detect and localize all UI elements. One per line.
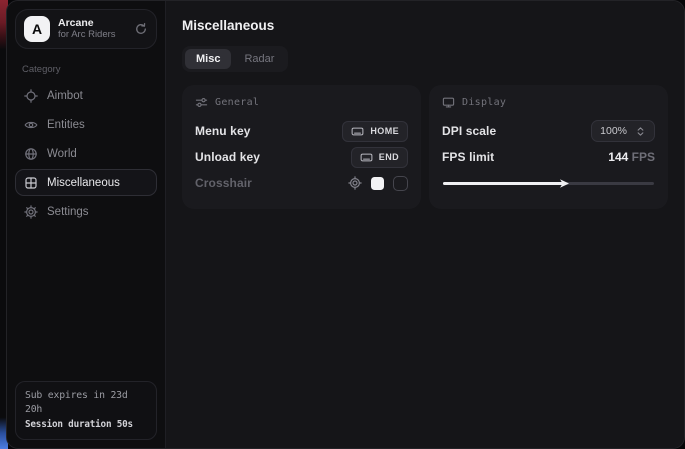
sliders-icon	[195, 96, 208, 109]
fps-limit-label: FPS limit	[442, 150, 494, 164]
display-card: Display DPI scale 100%	[429, 85, 668, 209]
cards-row: General Menu key HOME	[182, 85, 668, 209]
dpi-scale-label: DPI scale	[442, 124, 496, 138]
sidebar-nav: Aimbot Entities	[15, 82, 157, 225]
keyboard-icon	[360, 151, 373, 164]
sidebar-item-label: Entities	[47, 119, 85, 131]
entities-eye-icon	[24, 118, 38, 132]
crosshair-row: Crosshair	[195, 170, 408, 196]
dpi-scale-row: DPI scale 100%	[442, 118, 655, 144]
general-card: General Menu key HOME	[182, 85, 421, 209]
sidebar-item-label: Aimbot	[47, 90, 83, 102]
fps-limit-value: 144	[608, 150, 628, 164]
dpi-scale-select[interactable]: 100%	[591, 120, 655, 142]
refresh-icon[interactable]	[134, 22, 148, 36]
page-title: Miscellaneous	[182, 18, 668, 33]
grid-icon	[24, 176, 38, 190]
fps-slider-thumb[interactable]	[559, 178, 570, 189]
sidebar-item-world[interactable]: World	[15, 140, 157, 167]
fps-limit-slider[interactable]	[442, 176, 655, 190]
keyboard-icon	[351, 125, 364, 138]
app-title: Arcane	[58, 18, 116, 30]
crosshair-icon	[24, 89, 38, 103]
display-card-title: Display	[462, 97, 506, 108]
chevron-up-down-icon	[635, 126, 646, 137]
crosshair-settings-gear-icon[interactable]	[348, 176, 362, 190]
unload-key-label: Unload key	[195, 150, 260, 164]
sub-expiry-text: Sub expires in 23d 20h	[25, 389, 147, 417]
globe-icon	[24, 147, 38, 161]
subscription-status-card: Sub expires in 23d 20h Session duration …	[15, 381, 157, 440]
crosshair-color-swatch[interactable]	[371, 177, 384, 190]
menu-key-label: Menu key	[195, 124, 251, 138]
sidebar-item-aimbot[interactable]: Aimbot	[15, 82, 157, 109]
gear-icon	[24, 205, 38, 219]
sidebar-item-label: Settings	[47, 206, 89, 218]
unload-key-row: Unload key END	[195, 144, 408, 170]
app-subtitle: for Arc Riders	[58, 30, 116, 40]
sidebar-item-label: Miscellaneous	[47, 177, 120, 189]
session-duration-text: Session duration 50s	[25, 418, 147, 431]
sidebar-item-settings[interactable]: Settings	[15, 198, 157, 225]
tab-bar: Misc Radar	[182, 46, 288, 72]
category-label: Category	[22, 64, 150, 75]
menu-key-row: Menu key HOME	[195, 118, 408, 144]
app-window: A Arcane for Arc Riders Category	[6, 0, 685, 449]
tab-misc[interactable]: Misc	[185, 49, 231, 69]
menu-key-value: HOME	[370, 126, 399, 136]
main-panel: Miscellaneous Misc Radar General	[166, 1, 684, 448]
fps-slider-fill	[443, 182, 564, 185]
profile-card[interactable]: A Arcane for Arc Riders	[15, 9, 157, 49]
unload-key-value: END	[379, 152, 399, 162]
dpi-scale-value: 100%	[600, 125, 627, 137]
fps-limit-unit: FPS	[632, 150, 655, 164]
monitor-icon	[442, 96, 455, 109]
unload-key-button[interactable]: END	[351, 147, 408, 168]
sidebar: A Arcane for Arc Riders Category	[7, 1, 166, 448]
menu-key-button[interactable]: HOME	[342, 121, 408, 142]
sidebar-item-label: World	[47, 148, 77, 160]
sidebar-item-entities[interactable]: Entities	[15, 111, 157, 138]
app-logo: A	[24, 16, 50, 42]
sidebar-item-miscellaneous[interactable]: Miscellaneous	[15, 169, 157, 196]
crosshair-label: Crosshair	[195, 176, 252, 190]
tab-radar[interactable]: Radar	[233, 49, 285, 69]
crosshair-checkbox[interactable]	[393, 176, 408, 191]
fps-limit-row: FPS limit 144 FPS	[442, 144, 655, 170]
general-card-title: General	[215, 97, 259, 108]
